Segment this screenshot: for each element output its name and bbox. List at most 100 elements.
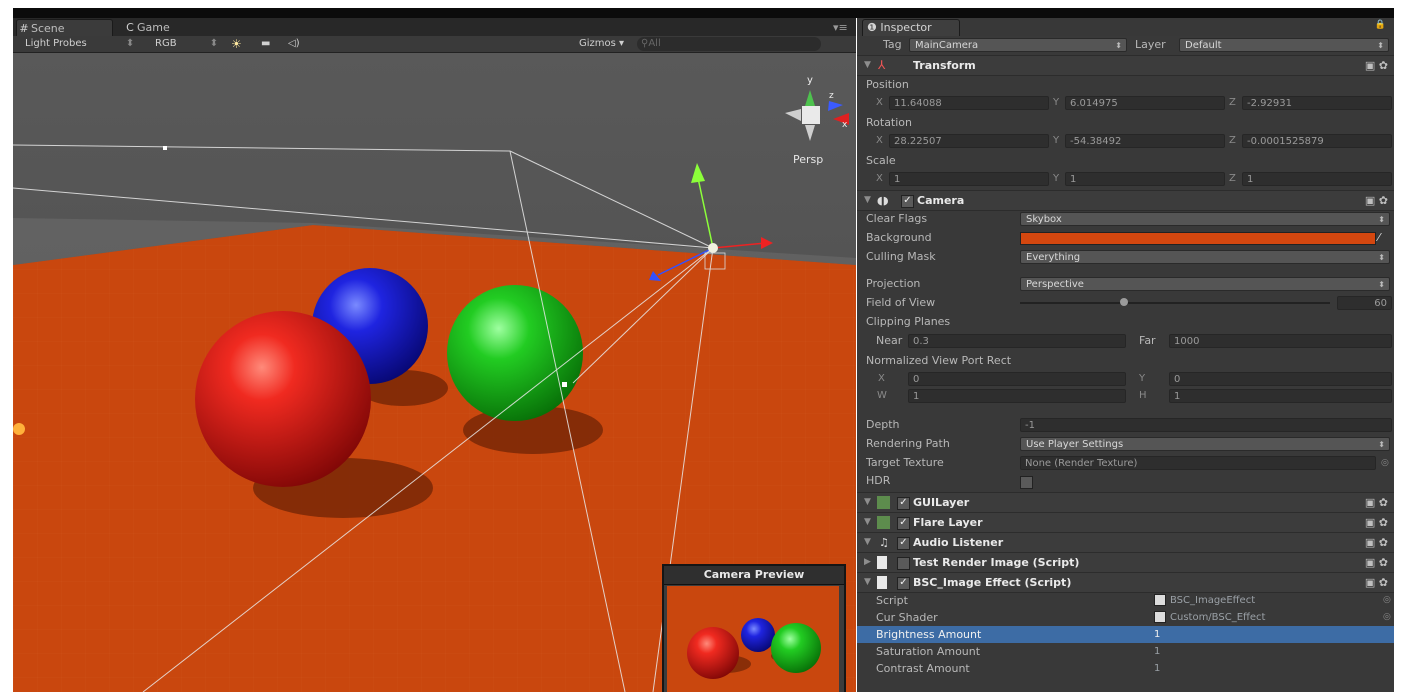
viewport-w-field[interactable]: 1 bbox=[908, 389, 1126, 403]
position-y-field[interactable]: 6.014975 bbox=[1065, 96, 1225, 110]
component-settings-icon[interactable]: ▣ ✿ bbox=[1365, 56, 1388, 75]
test-render-image-component-header[interactable]: ▶ ✓ Test Render Image (Script) ▣ ✿ bbox=[857, 552, 1394, 573]
dropdown-arrow-icon: ⬍ bbox=[1378, 280, 1385, 289]
window-right-border bbox=[1394, 18, 1403, 692]
scale-z-field[interactable]: 1 bbox=[1242, 172, 1392, 186]
test-render-image-enabled-checkbox[interactable]: ✓ bbox=[897, 557, 910, 570]
camera-component-header[interactable]: ▼ ◖◗ ✓ Camera ▣ ✿ bbox=[857, 190, 1394, 211]
script-label: Script bbox=[876, 594, 908, 607]
foldout-arrow-icon[interactable]: ▼ bbox=[864, 191, 871, 210]
render-mode-dropdown[interactable]: Light Probes ⬍ bbox=[25, 37, 134, 51]
foldout-arrow-icon[interactable]: ▼ bbox=[864, 513, 871, 532]
scene-search-input[interactable]: ⚲All bbox=[637, 37, 821, 51]
viewport-h-field[interactable]: 1 bbox=[1169, 389, 1392, 403]
component-settings-icon[interactable]: ▣ ✿ bbox=[1365, 191, 1388, 210]
tag-dropdown[interactable]: MainCamera ⬍ bbox=[909, 38, 1127, 52]
background-label: Background bbox=[866, 231, 932, 244]
object-picker-icon[interactable]: ◎ bbox=[1381, 454, 1389, 472]
rendering-path-row: Rendering Path Use Player Settings ⬍ bbox=[857, 435, 1394, 453]
audio-listener-component-header[interactable]: ▼ ♫ ✓ Audio Listener ▣ ✿ bbox=[857, 532, 1394, 553]
saturation-value[interactable]: 1 bbox=[1154, 643, 1160, 660]
rotation-z-field[interactable]: -0.0001525879 bbox=[1242, 134, 1392, 148]
target-texture-field[interactable]: None (Render Texture) bbox=[1020, 456, 1376, 470]
rendering-path-dropdown[interactable]: Use Player Settings ⬍ bbox=[1020, 437, 1390, 451]
position-x-field[interactable]: 11.64088 bbox=[889, 96, 1049, 110]
hdr-checkbox[interactable] bbox=[1020, 476, 1033, 489]
clear-flags-dropdown[interactable]: Skybox ⬍ bbox=[1020, 212, 1390, 226]
component-settings-icon[interactable]: ▣ ✿ bbox=[1365, 553, 1388, 572]
brightness-value[interactable]: 1 bbox=[1154, 626, 1160, 643]
foldout-arrow-icon[interactable]: ▼ bbox=[864, 493, 871, 512]
component-settings-icon[interactable]: ▣ ✿ bbox=[1365, 533, 1388, 552]
script-value[interactable]: BSC_ImageEffect bbox=[1154, 592, 1255, 609]
projection-dropdown[interactable]: Perspective ⬍ bbox=[1020, 277, 1390, 291]
scene-lighting-icon[interactable]: ☀ bbox=[231, 37, 242, 51]
w-axis-label: W bbox=[877, 390, 887, 401]
bsc-image-effect-component-header[interactable]: ▼ ✓ BSC_Image Effect (Script) ▣ ✿ bbox=[857, 572, 1394, 593]
scale-x-field[interactable]: 1 bbox=[889, 172, 1049, 186]
depth-field[interactable]: -1 bbox=[1020, 418, 1392, 432]
lock-icon[interactable]: 🔒 bbox=[1375, 20, 1386, 30]
tab-scene[interactable]: # Scene bbox=[16, 19, 113, 37]
light-icon[interactable] bbox=[13, 423, 25, 435]
brightness-row[interactable]: Brightness Amount 1 bbox=[857, 626, 1394, 643]
object-picker-icon[interactable]: ◎ bbox=[1383, 592, 1391, 609]
component-settings-icon[interactable]: ▣ ✿ bbox=[1365, 573, 1388, 592]
foldout-arrow-icon[interactable]: ▼ bbox=[864, 573, 871, 592]
eyedropper-icon[interactable]: ⁄ bbox=[1378, 229, 1380, 247]
culling-mask-dropdown[interactable]: Everything ⬍ bbox=[1020, 250, 1390, 264]
gizmos-dropdown[interactable]: Gizmos ▾ bbox=[579, 37, 624, 51]
cur-shader-value[interactable]: Custom/BSC_Effect bbox=[1154, 609, 1265, 626]
near-field[interactable]: 0.3 bbox=[908, 334, 1126, 348]
component-settings-icon[interactable]: ▣ ✿ bbox=[1365, 493, 1388, 512]
flare-layer-component-header[interactable]: ▼ ✓ Flare Layer ▣ ✿ bbox=[857, 512, 1394, 533]
fov-slider-thumb[interactable] bbox=[1120, 298, 1128, 306]
transform-component-header[interactable]: ▼ ⅄ Transform ▣ ✿ bbox=[857, 55, 1394, 76]
position-z-field[interactable]: -2.92931 bbox=[1242, 96, 1392, 110]
script-value-text: BSC_ImageEffect bbox=[1170, 595, 1256, 606]
foldout-arrow-icon[interactable]: ▼ bbox=[864, 533, 871, 552]
tab-game[interactable]: C Game bbox=[123, 19, 203, 36]
fov-slider-track[interactable] bbox=[1020, 302, 1330, 304]
guilayer-component-header[interactable]: ▼ ✓ GUILayer ▣ ✿ bbox=[857, 492, 1394, 513]
target-texture-label: Target Texture bbox=[866, 456, 944, 469]
background-color-swatch[interactable] bbox=[1020, 232, 1376, 245]
position-label: Position bbox=[866, 78, 909, 91]
far-field[interactable]: 1000 bbox=[1169, 334, 1392, 348]
dropdown-arrow-icon: ⬍ bbox=[125, 38, 135, 49]
scene-viewport[interactable]: y z x Persp Camera Preview bbox=[13, 53, 856, 692]
inspector-body: Tag MainCamera ⬍ Layer Default ⬍ ▼ ⅄ Trans… bbox=[857, 36, 1394, 692]
component-settings-icon[interactable]: ▣ ✿ bbox=[1365, 513, 1388, 532]
foldout-arrow-icon[interactable]: ▶ bbox=[864, 553, 871, 572]
scale-y-field[interactable]: 1 bbox=[1065, 172, 1225, 186]
cur-shader-label: Cur Shader bbox=[876, 611, 938, 624]
viewport-y-field[interactable]: 0 bbox=[1169, 372, 1392, 386]
tab-scene-label: Scene bbox=[31, 22, 65, 35]
scale-label: Scale bbox=[866, 154, 896, 167]
audio-icon[interactable]: ◁) bbox=[288, 37, 300, 51]
viewport-x-field[interactable]: 0 bbox=[908, 372, 1126, 386]
fov-field[interactable]: 60 bbox=[1337, 296, 1392, 310]
tab-inspector[interactable]: ❶ Inspector bbox=[862, 19, 960, 36]
rotation-y-field[interactable]: -54.38492 bbox=[1065, 134, 1225, 148]
contrast-value[interactable]: 1 bbox=[1154, 660, 1160, 677]
clipping-planes-label: Clipping Planes bbox=[866, 315, 951, 328]
scene-fx-icon[interactable]: ▬ bbox=[261, 37, 270, 51]
camera-enabled-checkbox[interactable]: ✓ bbox=[901, 195, 914, 208]
panel-menu-icon[interactable]: ▾≡ bbox=[833, 19, 851, 36]
projection-label[interactable]: Persp bbox=[793, 153, 823, 166]
layer-dropdown[interactable]: Default ⬍ bbox=[1179, 38, 1389, 52]
audio-listener-enabled-checkbox[interactable]: ✓ bbox=[897, 537, 910, 550]
scene-panel: # Scene C Game ▾≡ Light Probes ⬍ RGB ⬍ ☀ ▬… bbox=[13, 18, 856, 692]
object-picker-icon[interactable]: ◎ bbox=[1383, 609, 1391, 626]
foldout-arrow-icon[interactable]: ▼ bbox=[864, 56, 871, 75]
bsc-image-effect-enabled-checkbox[interactable]: ✓ bbox=[897, 577, 910, 590]
guilayer-enabled-checkbox[interactable]: ✓ bbox=[897, 497, 910, 510]
script-row: Script BSC_ImageEffect ◎ bbox=[857, 592, 1394, 609]
audio-listener-title: Audio Listener bbox=[913, 536, 1004, 549]
color-mode-dropdown[interactable]: RGB ⬍ bbox=[155, 37, 218, 51]
flare-layer-enabled-checkbox[interactable]: ✓ bbox=[897, 517, 910, 530]
clear-flags-label: Clear Flags bbox=[866, 212, 928, 225]
red-sphere[interactable] bbox=[195, 311, 371, 487]
rotation-x-field[interactable]: 28.22507 bbox=[889, 134, 1049, 148]
